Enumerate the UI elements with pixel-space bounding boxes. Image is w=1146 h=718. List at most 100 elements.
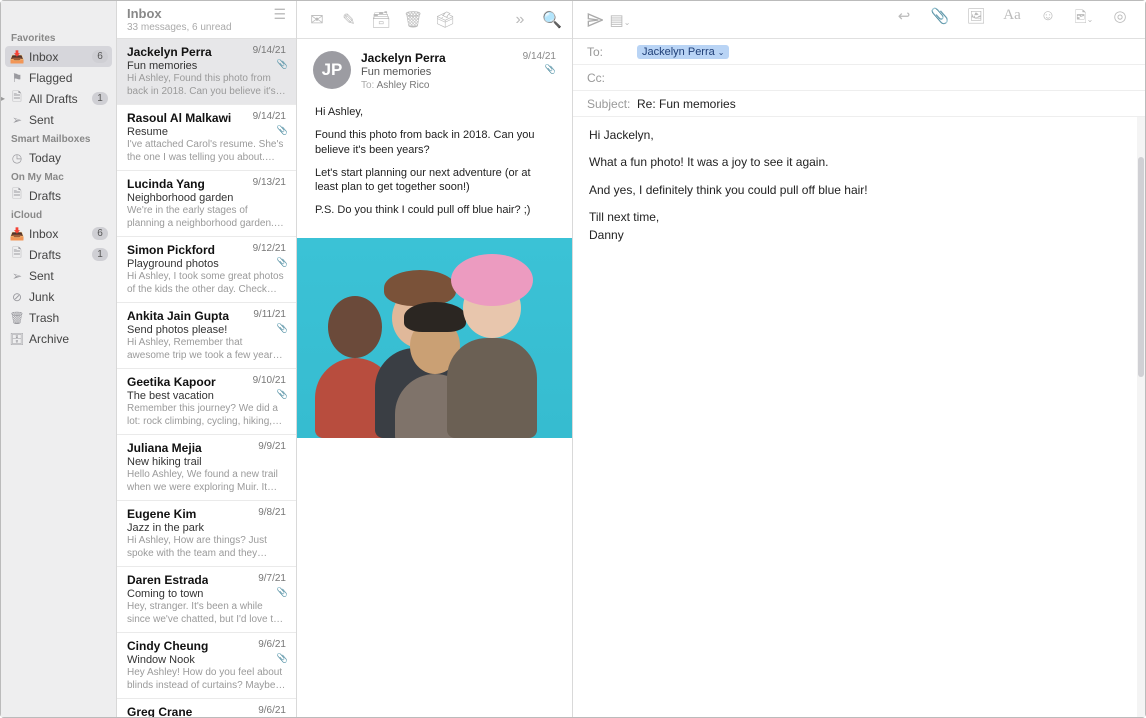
tray-icon: 📥 (9, 50, 25, 64)
message-subject: Playground photos (127, 258, 286, 270)
folder-trash[interactable]: 🗑Trash (1, 307, 116, 328)
reply-icon[interactable]: ↩ (893, 7, 915, 32)
message-list: Jackelyn Perra9/14/21Fun memoriesHi Ashl… (117, 39, 296, 717)
message-from: Geetika Kapoor (127, 375, 216, 389)
archive-icon: 🗄 (9, 332, 25, 346)
message-item[interactable]: Daren Estrada9/7/21Coming to townHey, st… (117, 567, 296, 633)
format-icon[interactable]: Aa (1001, 7, 1023, 32)
message-item[interactable]: Eugene Kim9/8/21Jazz in the parkHi Ashle… (117, 501, 296, 567)
emoji-icon[interactable]: ☺ (1037, 7, 1059, 32)
count-badge: 1 (92, 248, 108, 261)
header-options-icon[interactable]: ▤⌄ (609, 11, 631, 29)
message-preview: I've attached Carol's resume. She's the … (127, 139, 286, 164)
folder-inbox[interactable]: 📥Inbox6 (5, 46, 112, 67)
flag-icon: ⚑ (9, 71, 25, 85)
folder-inbox[interactable]: 📥Inbox6 (1, 223, 116, 244)
message-preview: Hi Ashley, How are things? Just spoke wi… (127, 535, 286, 560)
archive-icon[interactable]: 🗃 (371, 10, 391, 30)
attachment-icon: 📎 (277, 59, 288, 70)
message-item[interactable]: Jackelyn Perra9/14/21Fun memoriesHi Ashl… (117, 39, 296, 105)
scrollbar[interactable] (1137, 117, 1145, 717)
message-date: 9/13/21 (253, 177, 286, 191)
markup-icon[interactable]: ◎ (1109, 7, 1131, 32)
compose-icon[interactable]: ✎ (339, 10, 359, 30)
message-item[interactable]: Rasoul Al Malkawi9/14/21ResumeI've attac… (117, 105, 296, 171)
inbox-title: Inbox (127, 6, 232, 21)
sidebar-section-label: Smart Mailboxes (1, 130, 116, 147)
attachment-icon: 📎 (523, 64, 556, 75)
subject-field[interactable]: Subject: Re: Fun memories (573, 91, 1145, 117)
inbox-count: 33 messages, 6 unread (127, 22, 232, 33)
to-field[interactable]: To: Jackelyn Perra⌄ (573, 39, 1145, 65)
message-from: Simon Pickford (127, 243, 215, 257)
message-item[interactable]: Lucinda Yang9/13/21Neighborhood gardenWe… (117, 171, 296, 237)
message-item[interactable]: Ankita Jain Gupta9/11/21Send photos plea… (117, 303, 296, 369)
plane-icon: ➢ (9, 113, 25, 127)
message-item[interactable]: Cindy Cheung9/6/21Window NookHey Ashley!… (117, 633, 296, 699)
chevron-right-icon[interactable]: ▸ (1, 94, 5, 103)
message-date: 9/9/21 (258, 441, 286, 455)
count-badge: 6 (92, 50, 108, 63)
trash-icon[interactable]: 🗑 (403, 10, 423, 30)
message-preview: Hey, stranger. It's been a while since w… (127, 601, 286, 626)
message-date: 9/12/21 (253, 243, 286, 257)
attachment-icon: 📎 (277, 323, 288, 334)
message-from: Daren Estrada (127, 573, 208, 587)
tray-icon: 📥 (9, 227, 25, 241)
search-icon[interactable]: 🔍 (542, 10, 562, 30)
filter-icon[interactable]: ☰ (273, 6, 286, 23)
reader-subject: Fun memories (361, 66, 513, 78)
message-preview: Hello Ashley, We found a new trail when … (127, 469, 286, 494)
count-badge: 1 (92, 92, 108, 105)
message-subject: New hiking trail (127, 456, 286, 468)
mail-send-icon[interactable]: ✉ (307, 10, 327, 30)
message-subject: Send photos please! (127, 324, 286, 336)
folder-sent[interactable]: ➢Sent (1, 109, 116, 130)
message-preview: Hi Ashley, Remember that awesome trip we… (127, 337, 286, 362)
message-preview: Remember this journey? We did a lot: roc… (127, 403, 286, 428)
message-from: Ankita Jain Gupta (127, 309, 229, 323)
message-preview: Hey Ashley! How do you feel about blinds… (127, 667, 286, 692)
send-icon[interactable] (587, 12, 609, 28)
folder-junk[interactable]: ⊘Junk (1, 286, 116, 307)
message-date: 9/8/21 (258, 507, 286, 521)
message-from: Rasoul Al Malkawi (127, 111, 231, 125)
folder-flagged[interactable]: ⚑Flagged (1, 67, 116, 88)
reader-header: JP Jackelyn Perra Fun memories To: Ashle… (297, 39, 572, 101)
message-list-header: Inbox 33 messages, 6 unread ☰ (117, 1, 296, 39)
folder-drafts[interactable]: 🗎Drafts1 (1, 244, 116, 265)
folder-label: Trash (25, 311, 108, 325)
message-item[interactable]: Juliana Mejia9/9/21New hiking trailHello… (117, 435, 296, 501)
doc-icon: 🗎 (9, 244, 25, 265)
trash-icon: 🗑 (9, 311, 25, 325)
reader-body: Hi Ashley, Found this photo from back in… (297, 101, 572, 238)
junk-icon[interactable]: 🗳 (435, 10, 455, 30)
compose-toolbar: ▤⌄ ↩ 📎 🖼 Aa ☺ 🖻⌄ ◎ (573, 1, 1145, 39)
folder-label: Today (25, 151, 108, 165)
more-icon[interactable]: » (510, 11, 530, 29)
insert-icon[interactable]: 🖼 (965, 7, 987, 32)
message-item[interactable]: Simon Pickford9/12/21Playground photosHi… (117, 237, 296, 303)
message-item[interactable]: Greg Crane9/6/21New ways to take your ph… (117, 699, 296, 717)
folder-today[interactable]: ◷Today (1, 147, 116, 168)
cc-field[interactable]: Cc: (573, 65, 1145, 91)
message-from: Lucinda Yang (127, 177, 205, 191)
folder-label: Archive (25, 332, 108, 346)
message-item[interactable]: Geetika Kapoor9/10/21The best vacationRe… (117, 369, 296, 435)
folder-drafts[interactable]: 🗎Drafts (1, 185, 116, 206)
sidebar-section-label: Favorites (1, 29, 116, 46)
compose-body[interactable]: Hi Jackelyn, What a fun photo! It was a … (573, 117, 1137, 717)
attachment-photo[interactable] (297, 238, 572, 438)
message-date: 9/10/21 (253, 375, 286, 389)
attach-icon[interactable]: 📎 (929, 7, 951, 32)
subject-value[interactable]: Re: Fun memories (637, 97, 1131, 111)
folder-all-drafts[interactable]: ▸ 🗎All Drafts1 (1, 88, 116, 109)
doc-icon: 🗎 (9, 88, 25, 109)
compose-pane: ▤⌄ ↩ 📎 🖼 Aa ☺ 🖻⌄ ◎ To: Jackelyn Perra⌄ C… (573, 1, 1145, 717)
photo-browser-icon[interactable]: 🖻⌄ (1073, 7, 1095, 32)
folder-archive[interactable]: 🗄Archive (1, 328, 116, 349)
avatar: JP (313, 51, 351, 89)
recipient-token[interactable]: Jackelyn Perra⌄ (637, 45, 729, 59)
folder-label: All Drafts (25, 92, 92, 106)
folder-sent[interactable]: ➢Sent (1, 265, 116, 286)
